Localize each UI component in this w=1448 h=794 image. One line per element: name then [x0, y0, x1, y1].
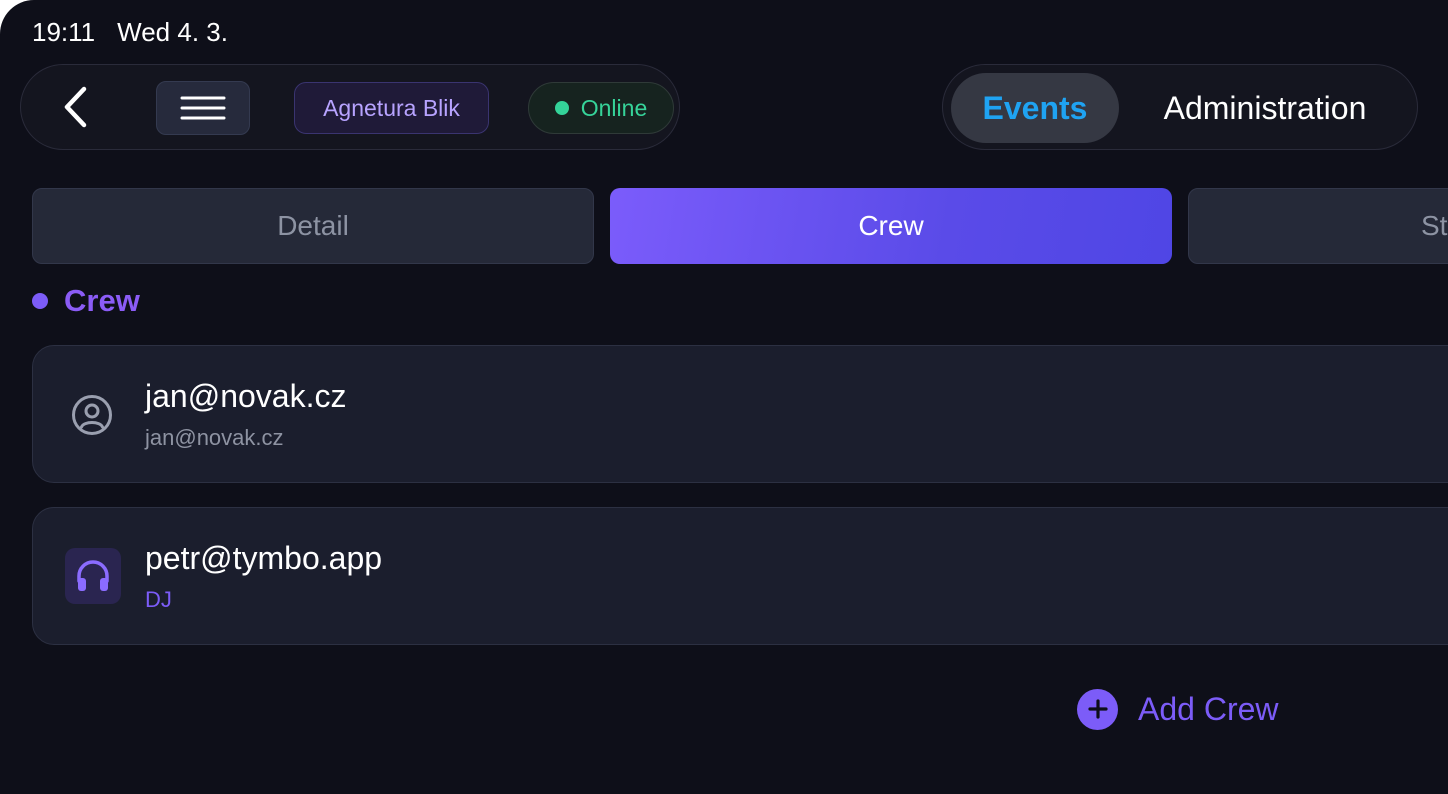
hamburger-menu-icon	[180, 96, 226, 120]
tab-crew[interactable]: Crew	[610, 188, 1172, 264]
crew-name: jan@novak.cz	[145, 378, 347, 414]
app-screen: 19:11 Wed 4. 3. Agnetura Blik Online Eve…	[0, 0, 1448, 794]
chevron-left-icon	[64, 86, 87, 128]
status-date: Wed 4. 3.	[117, 16, 228, 47]
crew-role: DJ	[145, 587, 172, 612]
status-time: 19:11	[32, 16, 96, 47]
crew-card[interactable]: jan@novak.cz jan@novak.cz	[32, 345, 1448, 483]
online-status-label: Online	[580, 94, 648, 121]
online-dot-icon	[554, 101, 569, 115]
section-heading: Crew	[32, 282, 140, 320]
section-dot-icon	[32, 293, 48, 309]
tab-detail[interactable]: Detail	[32, 188, 594, 264]
crew-name: petr@tymbo.app	[145, 540, 383, 576]
crew-subtitle: jan@novak.cz	[145, 425, 284, 450]
menu-button[interactable]	[156, 81, 250, 135]
add-crew-button[interactable]: Add Crew	[1077, 688, 1279, 730]
nav-events-button[interactable]: Events	[951, 73, 1119, 143]
plus-circle-icon	[1077, 688, 1118, 730]
add-crew-label: Add Crew	[1138, 690, 1279, 727]
top-toolbar: Agnetura Blik Online	[20, 64, 680, 150]
headphones-icon	[65, 548, 121, 604]
tab-third[interactable]: St	[1188, 188, 1448, 264]
crew-card[interactable]: petr@tymbo.app DJ	[32, 507, 1448, 645]
section-switcher: Events Administration	[942, 64, 1418, 150]
nav-administration-button[interactable]: Administration	[1133, 73, 1397, 143]
back-button[interactable]	[53, 85, 97, 129]
online-status-badge: Online	[528, 82, 674, 134]
status-bar: 19:11 Wed 4. 3.	[32, 14, 228, 50]
user-circle-icon	[69, 392, 115, 438]
agency-chip[interactable]: Agnetura Blik	[294, 82, 489, 134]
section-title: Crew	[64, 283, 140, 318]
